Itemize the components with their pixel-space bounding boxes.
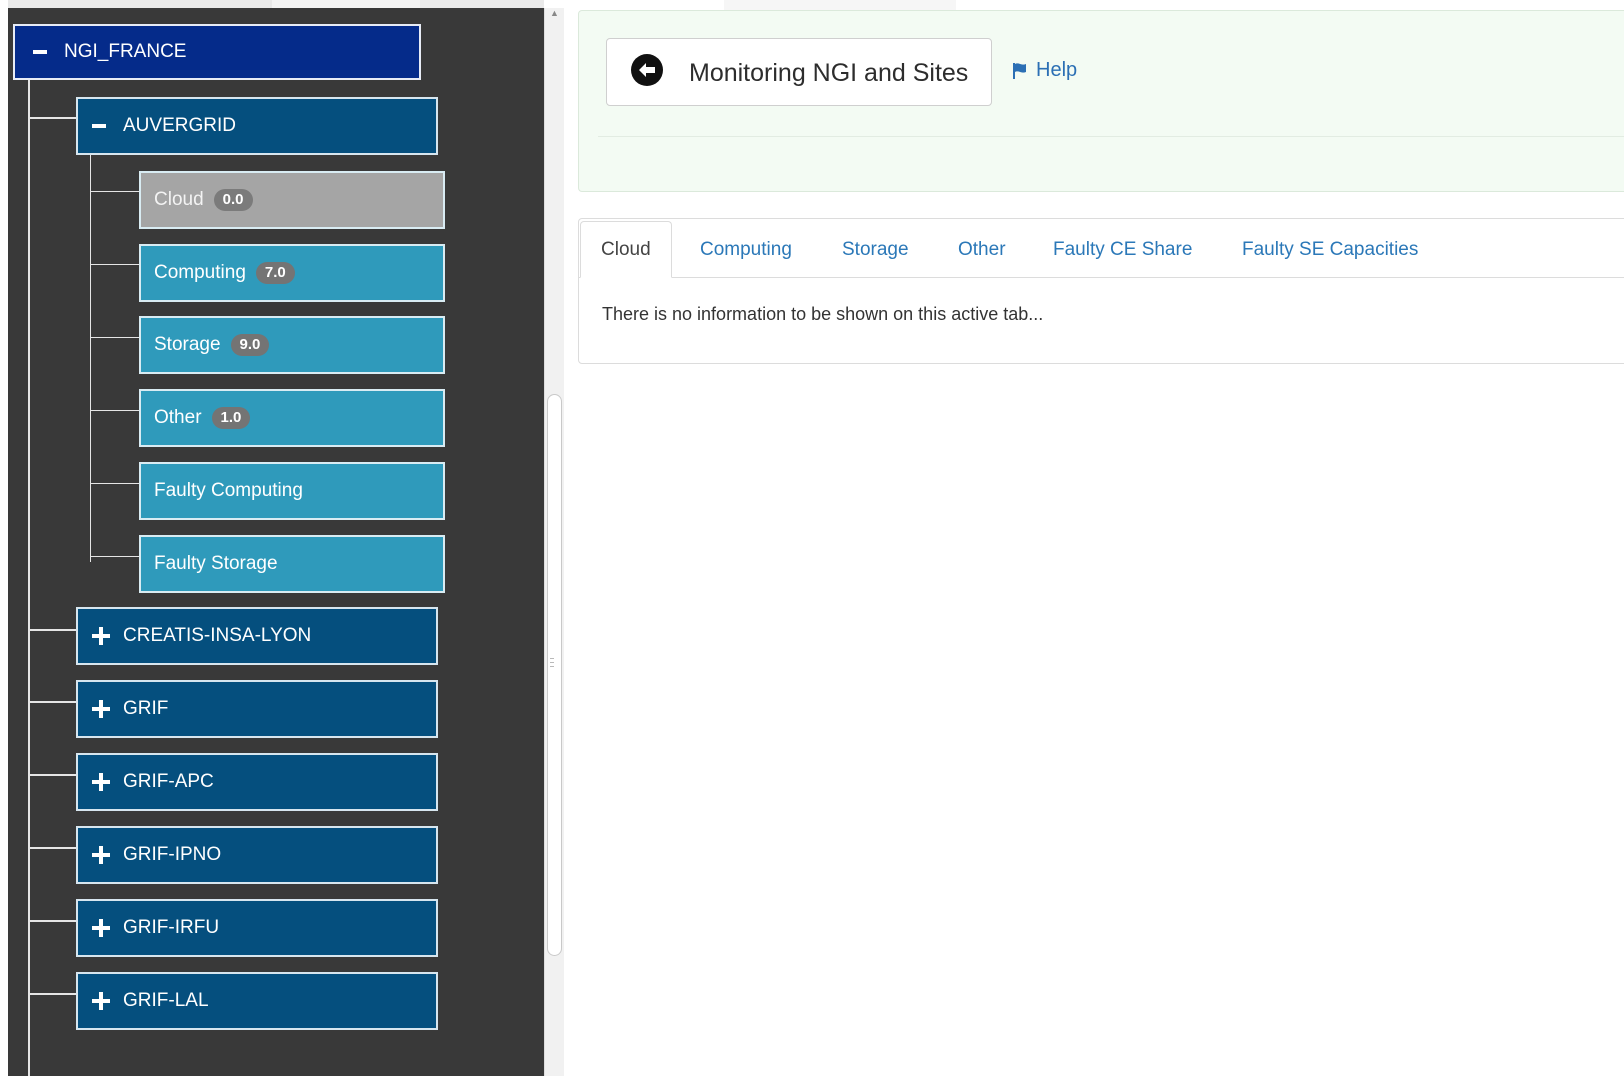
tree-connector (90, 155, 91, 562)
empty-tab-message: There is no information to be shown on t… (602, 304, 1044, 324)
tree-leaf-label: Storage (154, 334, 221, 355)
tree-leaf-label: Computing (154, 262, 246, 283)
tree-node-label: GRIF (123, 698, 169, 719)
tab-faulty-se-capacities[interactable]: Faulty SE Capacities (1242, 221, 1418, 278)
tree-connector (90, 337, 139, 338)
tree-node-label: CREATIS-INSA-LYON (123, 625, 312, 646)
tree-node-grif-ipno[interactable]: GRIF-IPNO (76, 826, 438, 884)
sidebar: NGI_FRANCE AUVERGRID Cloud 0.0 Computing… (0, 0, 564, 1076)
tree-scrollbar[interactable]: ▲ (544, 8, 564, 1076)
count-badge: 0.0 (213, 189, 253, 211)
tree-node-label: GRIF-APC (123, 771, 214, 792)
count-badge: 7.0 (255, 262, 295, 284)
tree-node-label: GRIF-LAL (123, 990, 209, 1011)
tree-connector (90, 264, 139, 265)
tree-connector (28, 993, 76, 995)
count-badge: 9.0 (230, 334, 270, 356)
help-label: Help (1036, 59, 1078, 81)
arrow-left-circle-icon[interactable] (630, 53, 664, 92)
tree-leaf-faulty-computing[interactable]: Faulty Computing (139, 462, 445, 520)
tree-connector (28, 80, 30, 1076)
back-button[interactable]: Monitoring NGI and Sites (606, 38, 992, 106)
tab-label: Faulty CE Share (1053, 238, 1193, 260)
tab-label: Other (958, 238, 1006, 260)
tree-node-grif-lal[interactable]: GRIF-LAL (76, 972, 438, 1030)
plus-icon[interactable] (92, 846, 120, 864)
flag-icon (1012, 62, 1030, 80)
tree-node-auvergrid[interactable]: AUVERGRID (76, 97, 438, 155)
tree-leaf-label: Other (154, 407, 202, 428)
plus-icon[interactable] (92, 627, 120, 645)
tree-leaf-faulty-storage[interactable]: Faulty Storage (139, 535, 445, 593)
top-strip-hint (272, 0, 420, 8)
tree-connector (90, 191, 139, 192)
tree-leaf-label: Faulty Computing (154, 480, 303, 501)
tree-node-creatis-insa-lyon[interactable]: CREATIS-INSA-LYON (76, 607, 438, 665)
count-badge: 1.0 (211, 407, 251, 429)
tree-node-label: GRIF-IPNO (123, 844, 222, 865)
tree-connector (90, 483, 139, 484)
minus-icon[interactable] (33, 45, 61, 59)
tree-node-label: GRIF-IRFU (123, 917, 220, 938)
plus-icon[interactable] (92, 919, 120, 937)
tree-node-label: AUVERGRID (123, 115, 236, 136)
tree-connector (28, 774, 76, 776)
tree-node-grif[interactable]: GRIF (76, 680, 438, 738)
tree-leaf-label: Cloud (154, 189, 204, 210)
tree-connector (28, 629, 76, 631)
plus-icon[interactable] (92, 700, 120, 718)
tree-connector (90, 556, 139, 557)
tab-label: Computing (700, 238, 792, 260)
tab-faulty-ce-share[interactable]: Faulty CE Share (1053, 221, 1192, 278)
tab-storage[interactable]: Storage (842, 221, 909, 278)
tree-leaf-storage[interactable]: Storage 9.0 (139, 316, 445, 374)
tree-leaf-other[interactable]: Other 1.0 (139, 389, 445, 447)
tree-connector (28, 847, 76, 849)
tab-cloud[interactable]: Cloud (580, 221, 672, 278)
tree-node-ngi-france[interactable]: NGI_FRANCE (13, 24, 421, 80)
tab-label: Faulty SE Capacities (1242, 238, 1419, 260)
page-title: Monitoring NGI and Sites (689, 59, 969, 87)
header-divider (598, 136, 1624, 137)
tree-leaf-label: Faulty Storage (154, 553, 278, 574)
scrollbar-thumb[interactable] (547, 394, 562, 956)
scroll-up-arrow-icon[interactable]: ▲ (550, 8, 559, 18)
tree-connector (28, 117, 76, 119)
tree-node-grif-apc[interactable]: GRIF-APC (76, 753, 438, 811)
tree-node-grif-irfu[interactable]: GRIF-IRFU (76, 899, 438, 957)
tree-connector (28, 701, 76, 703)
plus-icon[interactable] (92, 992, 120, 1010)
tree-connector (90, 410, 139, 411)
splitter-grip-icon[interactable] (548, 656, 558, 670)
top-strip-hint (724, 0, 956, 10)
plus-icon[interactable] (92, 773, 120, 791)
tree-leaf-computing[interactable]: Computing 7.0 (139, 244, 445, 302)
tab-computing[interactable]: Computing (700, 221, 792, 278)
help-link[interactable]: Help (1012, 59, 1077, 82)
tab-label: Storage (842, 238, 909, 260)
tab-other[interactable]: Other (958, 221, 1006, 278)
tree-connector (28, 920, 76, 922)
minus-icon[interactable] (92, 119, 120, 133)
tree-node-label: NGI_FRANCE (64, 41, 187, 62)
tree-leaf-cloud[interactable]: Cloud 0.0 (139, 171, 445, 229)
tab-label: Cloud (601, 238, 651, 260)
